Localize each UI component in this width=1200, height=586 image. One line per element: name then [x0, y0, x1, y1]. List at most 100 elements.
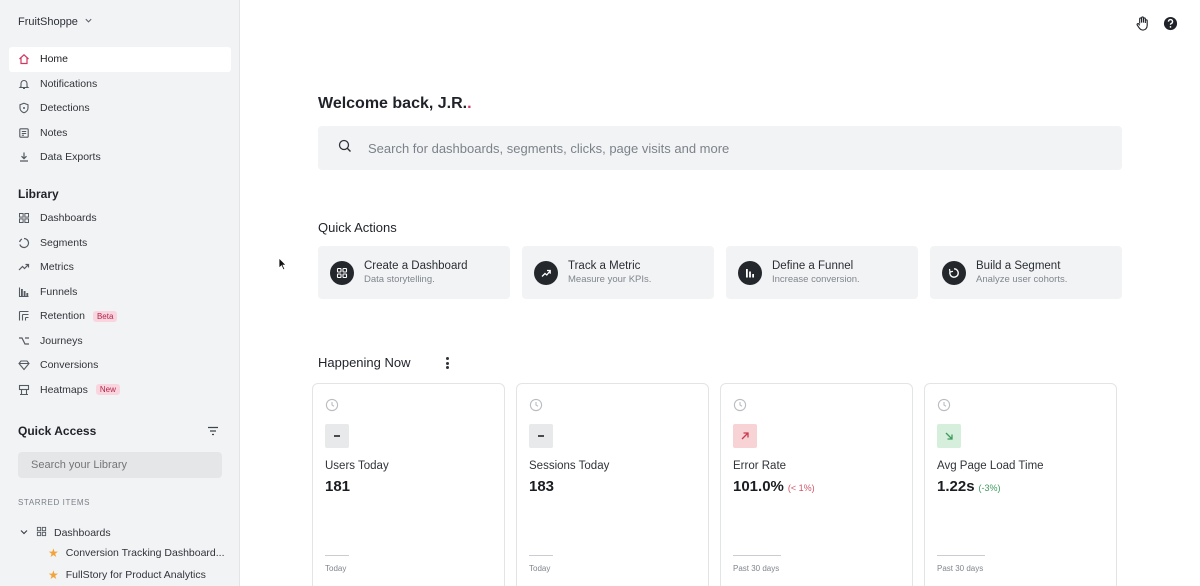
metric-period: Past 30 days — [937, 564, 984, 573]
metric-divider — [529, 555, 553, 556]
download-icon — [18, 151, 30, 163]
clock-icon — [733, 398, 747, 412]
clock-icon — [529, 398, 543, 412]
starred-folder-dashboards[interactable]: Dashboards — [19, 526, 111, 540]
library-search-input[interactable] — [18, 452, 222, 478]
filter-icon[interactable] — [207, 424, 219, 436]
metric-value-row: 1.22s (-3%) — [937, 478, 1001, 495]
metric-period: Today — [325, 564, 347, 573]
org-switcher[interactable]: FruitShoppe — [18, 16, 93, 28]
sidebar-item-label: Journeys — [40, 334, 83, 347]
metric-card-avg-page-load-time[interactable]: Avg Page Load Time 1.22s (-3%) Past 30 da… — [924, 383, 1117, 586]
nav-item-data-exports[interactable]: Data Exports — [9, 145, 231, 170]
starred-item[interactable]: ★ FullStory for Product Analytics — [48, 568, 206, 582]
welcome-accent-dot: . — [467, 95, 472, 112]
sidebar-item-funnels[interactable]: Funnels — [9, 280, 231, 305]
metric-divider — [325, 555, 349, 556]
starred-item[interactable]: ★ Conversion Tracking Dashboard... — [48, 546, 225, 560]
nav-item-notifications[interactable]: Notifications — [9, 72, 231, 97]
folder-label: Dashboards — [54, 527, 111, 539]
sidebar-item-journeys[interactable]: Journeys — [9, 329, 231, 354]
sidebar-item-retention[interactable]: Retention Beta — [9, 304, 231, 329]
sidebar-item-heatmaps[interactable]: Heatmaps New — [9, 378, 231, 403]
starred-items-label: STARRED ITEMS — [18, 498, 91, 507]
quick-action-title: Define a Funnel — [772, 260, 854, 272]
more-options-icon[interactable] — [443, 355, 451, 371]
quick-action-text: Define a Funnel Increase conversion. — [772, 260, 860, 285]
bar-chart-icon — [738, 260, 762, 285]
nav-item-label: Detections — [40, 102, 90, 115]
welcome-text: Welcome back, J.R. — [318, 95, 468, 112]
metric-value-row: 183 — [529, 478, 554, 495]
sidebar-item-label: Segments — [40, 236, 88, 249]
sidebar-item-label: Conversions — [40, 359, 99, 372]
trend-up-icon — [534, 260, 558, 285]
metric-card-users-today[interactable]: Users Today 181 Today — [312, 383, 505, 586]
primary-nav: Home Notifications Detections Notes Data… — [9, 47, 231, 170]
quick-action-define-funnel[interactable]: Define a Funnel Increase conversion. — [726, 246, 918, 299]
hand-icon[interactable] — [1134, 15, 1150, 31]
quick-action-text: Create a Dashboard Data storytelling. — [364, 260, 468, 285]
diamond-icon — [18, 359, 30, 371]
note-icon — [18, 127, 30, 139]
home-icon — [18, 53, 30, 65]
org-name: FruitShoppe — [18, 16, 78, 28]
quick-actions-title: Quick Actions — [318, 220, 397, 235]
quick-action-build-segment[interactable]: Build a Segment Analyze user cohorts. — [930, 246, 1122, 299]
mouse-cursor-icon — [278, 257, 288, 271]
metric-delta: (-3%) — [978, 483, 1001, 493]
quick-access-title: Quick Access — [18, 424, 97, 438]
star-icon: ★ — [48, 568, 59, 582]
metric-value-row: 181 — [325, 478, 350, 495]
flat-trend-icon — [529, 424, 553, 448]
quick-action-track-metric[interactable]: Track a Metric Measure your KPIs. — [522, 246, 714, 299]
top-toolbar — [1134, 15, 1178, 31]
sidebar-item-conversions[interactable]: Conversions — [9, 353, 231, 378]
metric-period: Past 30 days — [733, 564, 780, 573]
sidebar-item-label: Retention — [40, 310, 85, 323]
sidebar: FruitShoppe Home Notifications Detection… — [0, 0, 240, 586]
nav-item-notes[interactable]: Notes — [9, 121, 231, 146]
chevron-down-icon[interactable] — [19, 527, 29, 540]
quick-action-title: Track a Metric — [568, 260, 641, 272]
sidebar-item-dashboards[interactable]: Dashboards — [9, 206, 231, 231]
arrow-up-right-icon — [733, 424, 757, 448]
star-icon: ★ — [48, 546, 59, 560]
metric-label: Users Today — [325, 460, 389, 472]
global-search-input[interactable] — [368, 140, 1068, 156]
chevron-down-icon — [84, 16, 93, 28]
nav-item-detections[interactable]: Detections — [9, 96, 231, 121]
metric-value-row: 101.0% (< 1%) — [733, 478, 815, 495]
sidebar-item-segments[interactable]: Segments — [9, 231, 231, 256]
retention-icon — [18, 310, 30, 322]
nav-item-label: Notes — [40, 126, 68, 139]
segment-icon — [18, 237, 30, 249]
sidebar-item-label: Heatmaps — [40, 383, 88, 396]
grid-icon — [18, 212, 30, 224]
metric-card-error-rate[interactable]: Error Rate 101.0% (< 1%) Past 30 days — [720, 383, 913, 586]
metric-delta: (< 1%) — [787, 483, 815, 493]
heatmap-icon — [18, 384, 30, 396]
quick-action-create-dashboard[interactable]: Create a Dashboard Data storytelling. — [318, 246, 510, 299]
metric-label: Sessions Today — [529, 460, 610, 472]
sidebar-item-metrics[interactable]: Metrics — [9, 255, 231, 280]
metric-card-sessions-today[interactable]: Sessions Today 183 Today — [516, 383, 709, 586]
quick-action-text: Build a Segment Analyze user cohorts. — [976, 260, 1067, 285]
quick-action-subtitle: Data storytelling. — [364, 274, 435, 285]
nav-item-home[interactable]: Home — [9, 47, 231, 72]
quick-action-subtitle: Measure your KPIs. — [568, 274, 652, 285]
help-icon[interactable] — [1162, 15, 1178, 31]
library-title: Library — [18, 187, 59, 201]
sidebar-item-label: Dashboards — [40, 212, 97, 225]
new-badge: New — [95, 384, 120, 396]
starred-item-label: Conversion Tracking Dashboard... — [65, 547, 225, 559]
quick-action-text: Track a Metric Measure your KPIs. — [568, 260, 651, 285]
bell-icon — [18, 78, 30, 90]
beta-badge: Beta — [92, 310, 118, 322]
global-search-bar[interactable] — [318, 126, 1122, 170]
journey-icon — [18, 335, 30, 347]
metric-label: Avg Page Load Time — [937, 460, 1044, 472]
funnel-bars-icon — [18, 286, 30, 298]
sidebar-item-label: Metrics — [40, 261, 74, 274]
clock-icon — [325, 398, 339, 412]
